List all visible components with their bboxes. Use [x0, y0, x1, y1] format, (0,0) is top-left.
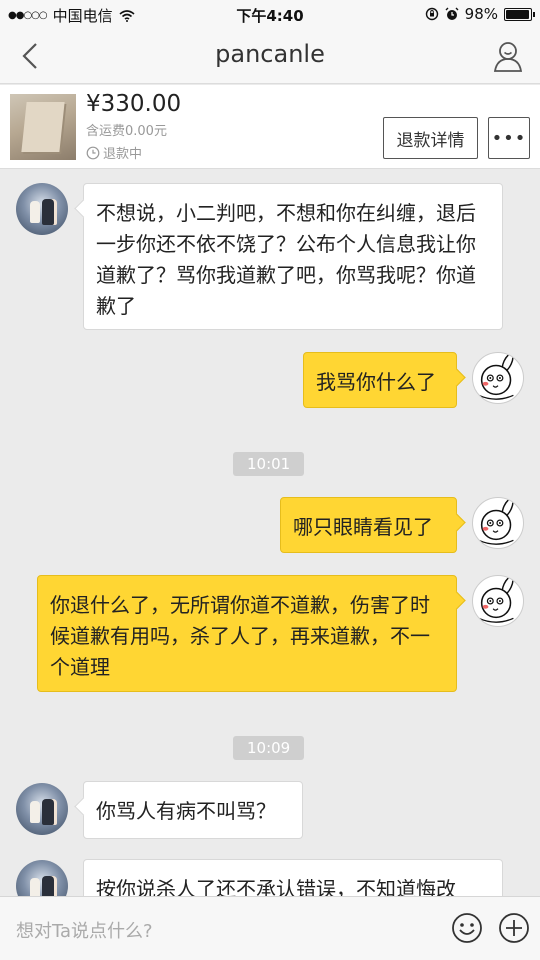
- rabbit-avatar-icon[interactable]: [472, 352, 524, 404]
- message-input[interactable]: 想对Ta说点什么?: [16, 917, 153, 943]
- message-bubble-outgoing: 哪只眼睛看见了: [280, 497, 457, 553]
- timestamp: 10:01: [233, 452, 305, 476]
- battery-percent: 98%: [464, 5, 498, 23]
- alarm-icon: [445, 7, 459, 20]
- rotation-lock-icon: [425, 7, 438, 21]
- order-info-bar: ¥330.00 含运费0.00元 退款中 退款详情 •••: [0, 85, 540, 169]
- refund-details-button[interactable]: 退款详情: [383, 117, 478, 159]
- message-bubble-incoming: 不想说，小二判吧，不想和你在纠缠，退后一步你还不依不饶了？公布个人信息我让你道歉…: [83, 183, 503, 330]
- clock-icon: [86, 146, 100, 159]
- contact-avatar[interactable]: [16, 183, 68, 235]
- page-title: pancanle: [215, 40, 325, 68]
- emoji-icon[interactable]: [451, 912, 483, 944]
- person-icon[interactable]: [490, 38, 526, 74]
- order-price: ¥330.00: [86, 91, 182, 117]
- nav-bar: pancanle: [0, 28, 540, 84]
- battery-icon: [504, 7, 535, 21]
- refund-status: 退款中: [86, 143, 142, 162]
- message-bubble-outgoing: 你退什么了，无所谓你道不道歉，伤害了时候道歉有用吗，杀了人了，再来道歉，不一个道…: [37, 575, 457, 692]
- message-bubble-incoming: 你骂人有病不叫骂？: [83, 781, 303, 839]
- battery-level: [506, 9, 530, 19]
- shipping-fee: 含运费0.00元: [86, 124, 167, 139]
- product-thumbnail[interactable]: [10, 94, 76, 160]
- refund-status-label: 退款中: [103, 147, 143, 162]
- plus-icon[interactable]: [498, 912, 530, 944]
- rabbit-avatar-icon[interactable]: [472, 497, 524, 549]
- status-bar: ●●○○○ 中国电信 下午4:40 98%: [0, 0, 540, 28]
- more-options-button[interactable]: •••: [488, 117, 530, 159]
- contact-avatar[interactable]: [16, 783, 68, 835]
- message-bubble-outgoing: 我骂你什么了: [303, 352, 457, 408]
- rabbit-avatar-icon[interactable]: [472, 575, 524, 627]
- message-input-bar: 想对Ta说点什么?: [0, 896, 540, 960]
- timestamp: 10:09: [233, 736, 305, 760]
